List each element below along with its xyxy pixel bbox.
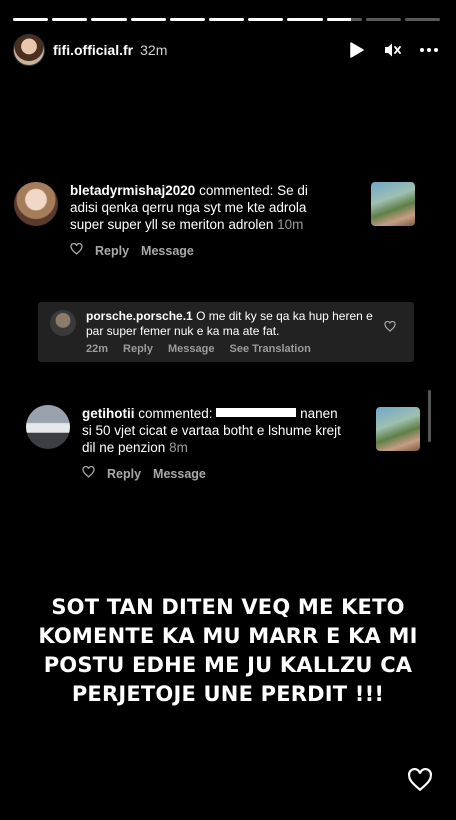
- reply-button[interactable]: Reply: [107, 467, 141, 481]
- post-thumbnail[interactable]: [371, 182, 415, 226]
- progress-fill: [91, 18, 127, 21]
- reply-button[interactable]: Reply: [95, 244, 129, 258]
- comment-verb: commented:: [195, 183, 278, 198]
- progress-segment: [287, 18, 323, 21]
- story-time: 32m: [140, 42, 168, 58]
- caption-line: PERJETOJE UNE PERDIT !!!: [71, 682, 385, 706]
- comment-item: getihotii commented: nanen si 50 vjet ci…: [26, 405, 346, 481]
- comment-text: getihotii commented: nanen si 50 vjet ci…: [82, 405, 344, 456]
- heart-icon[interactable]: [70, 242, 83, 258]
- progress-segment: [52, 18, 88, 21]
- comment-verb: commented:: [134, 406, 217, 421]
- comment-item: bletadyrmishaj2020 commented: Se di adis…: [14, 182, 334, 258]
- profile-avatar[interactable]: [13, 34, 45, 66]
- redaction-bar: [216, 407, 297, 417]
- progress-fill: [13, 18, 49, 21]
- scrollbar[interactable]: [428, 390, 431, 442]
- caption-line: SOT TAN DITEN VEQ ME KETO: [51, 595, 405, 619]
- comment-time: 10m: [277, 217, 304, 232]
- progress-fill: [169, 18, 205, 21]
- heart-icon[interactable]: [384, 319, 396, 337]
- mute-icon[interactable]: [382, 39, 404, 61]
- progress-segment: [248, 18, 284, 21]
- comment-username[interactable]: getihotii: [82, 406, 135, 421]
- story-progress-bar: [13, 18, 441, 21]
- post-thumbnail[interactable]: [376, 407, 420, 451]
- progress-fill: [248, 18, 284, 21]
- comment-text: porsche.porsche.1 O me dit ky se qa ka h…: [86, 309, 386, 339]
- commenter-avatar[interactable]: [26, 405, 70, 449]
- commenter-avatar[interactable]: [50, 310, 76, 336]
- comment-username[interactable]: bletadyrmishaj2020: [70, 183, 195, 198]
- message-button[interactable]: Message: [153, 467, 206, 481]
- comment-time: 22m: [86, 343, 109, 355]
- progress-fill: [52, 18, 88, 21]
- progress-segment: [326, 18, 362, 21]
- see-translation-button[interactable]: See Translation: [229, 343, 310, 355]
- progress-segment: [208, 18, 245, 21]
- reply-button[interactable]: Reply: [123, 343, 153, 355]
- comment-reply-box: porsche.porsche.1 O me dit ky se qa ka h…: [38, 302, 414, 362]
- progress-fill: [326, 18, 352, 21]
- story-username[interactable]: fifi.official.fr: [53, 42, 133, 58]
- comment-username[interactable]: porsche.porsche.1: [86, 309, 193, 323]
- commenter-avatar[interactable]: [14, 182, 58, 226]
- progress-fill: [208, 18, 245, 21]
- caption-line: KOMENTE KA MU MARR E KA MI: [38, 624, 418, 648]
- heart-icon[interactable]: [82, 465, 95, 481]
- more-icon[interactable]: [418, 39, 440, 61]
- progress-segment: [130, 18, 166, 21]
- progress-segment: [404, 18, 441, 21]
- comment-text: bletadyrmishaj2020 commented: Se di adis…: [70, 182, 332, 233]
- progress-fill: [130, 18, 166, 21]
- progress-fill: [287, 18, 323, 21]
- story-header: fifi.official.fr 32m: [13, 32, 440, 68]
- progress-segment: [91, 18, 127, 21]
- like-heart-icon[interactable]: [407, 767, 433, 793]
- story-caption: SOT TAN DITEN VEQ ME KETO KOMENTE KA MU …: [30, 593, 426, 709]
- message-button[interactable]: Message: [141, 244, 194, 258]
- progress-segment: [365, 18, 401, 21]
- progress-segment: [169, 18, 205, 21]
- progress-segment: [13, 18, 49, 21]
- comment-time: 8m: [169, 440, 188, 455]
- caption-line: POSTU EDHE ME JU KALLZU CA: [43, 653, 413, 677]
- play-icon[interactable]: [346, 39, 368, 61]
- message-button[interactable]: Message: [168, 343, 214, 355]
